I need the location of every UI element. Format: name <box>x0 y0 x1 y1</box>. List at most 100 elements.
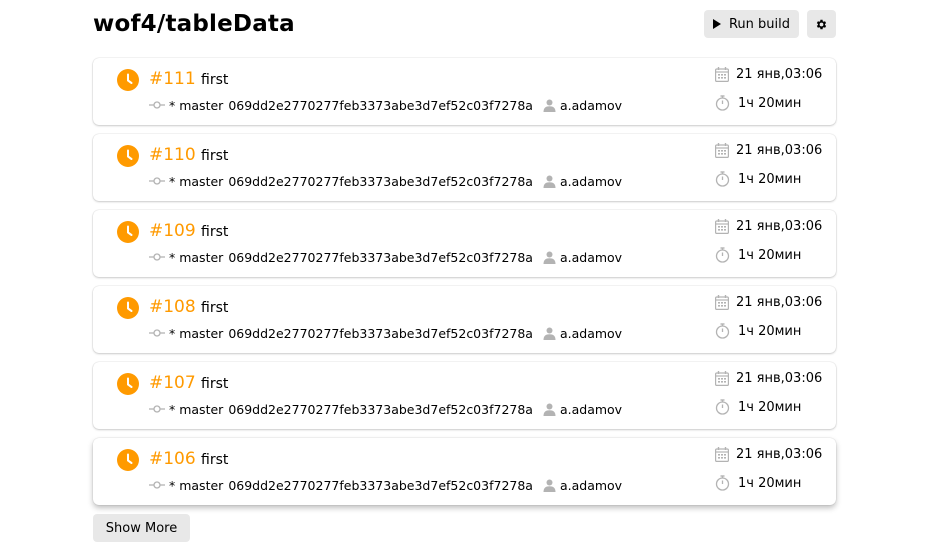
stopwatch-icon <box>715 399 730 415</box>
show-more-button[interactable]: Show More <box>93 514 190 542</box>
clock-icon <box>117 449 139 471</box>
build-date: 21 янв,03:06 <box>715 371 822 386</box>
date-text: 21 янв,03:06 <box>736 67 823 82</box>
branch-name: * master <box>169 249 224 265</box>
gear-icon <box>816 19 827 29</box>
branch-name: * master <box>169 173 224 189</box>
build-number[interactable]: #109 <box>149 220 196 242</box>
calendar-icon <box>715 67 729 82</box>
duration-text: 1ч 20мин <box>738 95 802 111</box>
duration-text: 1ч 20мин <box>738 323 802 339</box>
stopwatch-icon <box>715 95 730 111</box>
build-duration: 1ч 20мин <box>715 171 801 187</box>
calendar-icon <box>715 143 729 158</box>
page-header: wof4/tableData Run build <box>93 8 836 40</box>
commit-hash: 069dd2e2770277feb3373abe3d7ef52c03f7278a <box>228 173 533 189</box>
build-meta: * master 069dd2e2770277feb3373abe3d7ef52… <box>149 323 622 343</box>
commit-icon <box>149 101 165 109</box>
author-name: a.adamov <box>559 401 623 417</box>
commit-message: first <box>201 452 229 468</box>
build-card[interactable]: #109 first * master 069dd2e2770277feb337… <box>93 210 836 277</box>
build-card[interactable]: #111 first * master 069dd2e2770277feb337… <box>93 58 836 125</box>
date-text: 21 янв,03:06 <box>736 295 823 310</box>
commit-hash: 069dd2e2770277feb3373abe3d7ef52c03f7278a <box>228 97 533 113</box>
commit-message: first <box>201 72 229 88</box>
author-name: a.adamov <box>559 173 623 189</box>
build-duration: 1ч 20мин <box>715 247 801 263</box>
date-text: 21 янв,03:06 <box>736 143 823 158</box>
stopwatch-icon <box>715 247 730 263</box>
user-icon <box>543 403 556 416</box>
commit-hash: 069dd2e2770277feb3373abe3d7ef52c03f7278a <box>228 249 533 265</box>
calendar-icon <box>715 295 729 310</box>
user-icon <box>543 327 556 340</box>
build-card[interactable]: #107 first * master 069dd2e2770277feb337… <box>93 362 836 429</box>
commit-icon <box>149 253 165 261</box>
build-number[interactable]: #108 <box>149 296 196 318</box>
date-text: 21 янв,03:06 <box>736 371 823 386</box>
run-build-label: Run build <box>728 16 791 32</box>
build-duration: 1ч 20мин <box>715 475 801 491</box>
date-text: 21 янв,03:06 <box>736 447 823 462</box>
play-icon <box>712 19 721 29</box>
commit-message: first <box>201 148 229 164</box>
user-icon <box>543 251 556 264</box>
build-meta: * master 069dd2e2770277feb3373abe3d7ef52… <box>149 247 622 267</box>
author-name: a.adamov <box>559 325 623 341</box>
stopwatch-icon <box>715 171 730 187</box>
clock-icon <box>117 221 139 243</box>
build-duration: 1ч 20мин <box>715 399 801 415</box>
author-name: a.adamov <box>559 97 623 113</box>
commit-hash: 069dd2e2770277feb3373abe3d7ef52c03f7278a <box>228 477 533 493</box>
build-date: 21 янв,03:06 <box>715 67 822 82</box>
build-list: #111 first * master 069dd2e2770277feb337… <box>93 58 836 514</box>
page-title: wof4/tableData <box>93 11 295 37</box>
commit-message: first <box>201 376 229 392</box>
build-number[interactable]: #106 <box>149 448 196 470</box>
build-number[interactable]: #111 <box>149 68 196 90</box>
clock-icon <box>117 69 139 91</box>
build-meta: * master 069dd2e2770277feb3373abe3d7ef52… <box>149 95 622 115</box>
duration-text: 1ч 20мин <box>738 247 802 263</box>
commit-message: first <box>201 224 229 240</box>
commit-icon <box>149 177 165 185</box>
duration-text: 1ч 20мин <box>738 399 802 415</box>
commit-icon <box>149 481 165 489</box>
clock-icon <box>117 145 139 167</box>
settings-button[interactable] <box>807 10 836 38</box>
build-meta: * master 069dd2e2770277feb3373abe3d7ef52… <box>149 475 622 495</box>
build-number[interactable]: #107 <box>149 372 196 394</box>
user-icon <box>543 479 556 492</box>
run-build-button[interactable]: Run build <box>704 10 799 38</box>
commit-hash: 069dd2e2770277feb3373abe3d7ef52c03f7278a <box>228 401 533 417</box>
build-history-page: wof4/tableData Run build #111 first * ma… <box>0 0 929 542</box>
clock-icon <box>117 297 139 319</box>
commit-message: first <box>201 300 229 316</box>
build-card[interactable]: #108 first * master 069dd2e2770277feb337… <box>93 286 836 353</box>
commit-hash: 069dd2e2770277feb3373abe3d7ef52c03f7278a <box>228 325 533 341</box>
build-card[interactable]: #110 first * master 069dd2e2770277feb337… <box>93 134 836 201</box>
branch-name: * master <box>169 325 224 341</box>
commit-icon <box>149 329 165 337</box>
branch-name: * master <box>169 477 224 493</box>
build-meta: * master 069dd2e2770277feb3373abe3d7ef52… <box>149 399 622 419</box>
branch-name: * master <box>169 401 224 417</box>
build-number[interactable]: #110 <box>149 144 196 166</box>
clock-icon <box>117 373 139 395</box>
date-text: 21 янв,03:06 <box>736 219 823 234</box>
build-card[interactable]: #106 first * master 069dd2e2770277feb337… <box>93 438 836 505</box>
branch-name: * master <box>169 97 224 113</box>
build-duration: 1ч 20мин <box>715 323 801 339</box>
stopwatch-icon <box>715 475 730 491</box>
build-date: 21 янв,03:06 <box>715 143 822 158</box>
calendar-icon <box>715 219 729 234</box>
user-icon <box>543 99 556 112</box>
commit-icon <box>149 405 165 413</box>
duration-text: 1ч 20мин <box>738 475 802 491</box>
build-date: 21 янв,03:06 <box>715 219 822 234</box>
user-icon <box>543 175 556 188</box>
build-date: 21 янв,03:06 <box>715 447 822 462</box>
build-date: 21 янв,03:06 <box>715 295 822 310</box>
author-name: a.adamov <box>559 249 623 265</box>
calendar-icon <box>715 447 729 462</box>
